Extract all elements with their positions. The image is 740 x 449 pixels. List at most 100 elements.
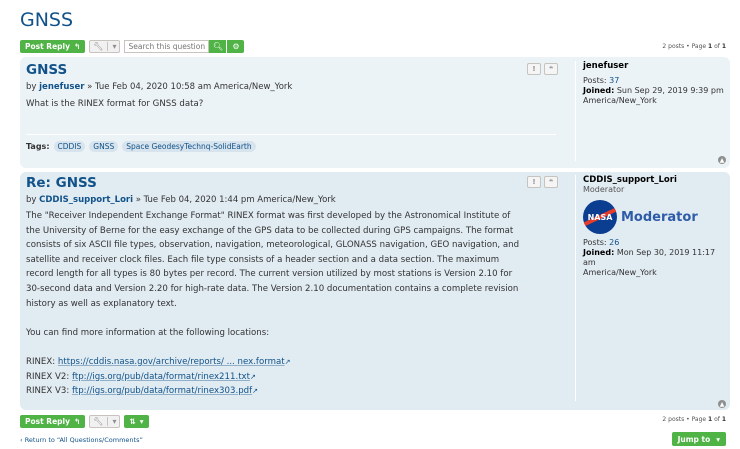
search-icon: 🔍︎ bbox=[212, 42, 224, 51]
report-button[interactable]: ! bbox=[527, 63, 541, 75]
post-content: The "Receiver Independent Exchange Forma… bbox=[26, 209, 574, 399]
post-2: Re: GNSS by CDDIS_support_Lori » Tue Feb… bbox=[20, 172, 730, 410]
profile-joined: Joined: Mon Sep 30, 2019 11:17 am bbox=[583, 248, 730, 268]
back-to-top-icon[interactable]: ▲ bbox=[718, 156, 726, 164]
quote-button[interactable]: ❝ bbox=[544, 63, 558, 75]
jump-to-button[interactable]: Jump to ▾ bbox=[671, 432, 726, 446]
post-content: What is the RINEX format for GNSS data? bbox=[26, 99, 204, 109]
post-reply-label: Post Reply bbox=[25, 42, 70, 51]
nasa-logo: NASA bbox=[583, 200, 617, 234]
content-line: record length for all types is 80 bytes … bbox=[26, 269, 513, 280]
profile-name[interactable]: CDDIS_support_Lori bbox=[583, 175, 730, 185]
advanced-search-button[interactable]: ⚙ bbox=[227, 40, 245, 53]
post-date: » Tue Feb 04, 2020 1:44 pm America/New_Y… bbox=[133, 195, 336, 205]
post-reply-label: Post Reply bbox=[25, 417, 70, 426]
page-title[interactable]: GNSS bbox=[20, 9, 73, 31]
rinex-v2-link[interactable]: ftp://igs.org/pub/data/format/rinex211.t… bbox=[72, 372, 250, 382]
pagination-info-bottom: 2 posts • Page 1 of 1 bbox=[662, 416, 726, 423]
report-icon: ! bbox=[532, 65, 536, 73]
tag-gnss[interactable]: GNSS bbox=[89, 141, 119, 152]
jump-to-label: Jump to bbox=[677, 434, 711, 444]
post-reply-button[interactable]: Post Reply ↰ bbox=[20, 40, 86, 53]
link-label: RINEX: bbox=[26, 356, 58, 367]
moderator-logo-text: Moderator bbox=[621, 209, 698, 225]
page-of: of bbox=[712, 416, 722, 423]
reply-arrow-icon: ↰ bbox=[74, 417, 81, 426]
chevron-down-icon: ▾ bbox=[139, 417, 144, 426]
author-line: by CDDIS_support_Lori » Tue Feb 04, 2020… bbox=[26, 195, 574, 205]
reply-arrow-icon: ↰ bbox=[74, 42, 81, 51]
joined-date: Sun Sep 29, 2019 9:39 pm bbox=[616, 86, 724, 95]
chevron-left-icon: ‹ bbox=[20, 436, 23, 444]
chevron-down-icon: ▾ bbox=[112, 417, 117, 426]
back-to-top-icon[interactable]: ▲ bbox=[718, 400, 726, 408]
post-profile: jenefuser Posts: 37 Joined: Sun Sep 29, … bbox=[575, 61, 730, 161]
rinex-link[interactable]: https://cddis.nasa.gov/archive/reports/ … bbox=[58, 357, 285, 367]
profile-posts: Posts: 26 bbox=[583, 238, 730, 248]
link-line: RINEX V3: ftp://igs.org/pub/data/format/… bbox=[26, 384, 574, 399]
posts-count-link[interactable]: 26 bbox=[609, 238, 619, 247]
action-bar-top: Post Reply ↰ 🔧︎ ▾ 🔍︎ ⚙ bbox=[20, 39, 245, 54]
gear-icon: ⚙ bbox=[232, 42, 240, 51]
pagination-info-top: 2 posts • Page 1 of 1 bbox=[662, 43, 726, 50]
profile-joined: Joined: Sun Sep 29, 2019 9:39 pm bbox=[583, 86, 730, 96]
wrench-icon: 🔧︎ bbox=[93, 417, 104, 426]
sort-dropdown[interactable]: ⇅ ▾ bbox=[124, 415, 149, 428]
posts-label: Posts: bbox=[583, 238, 607, 247]
page-total: 1 bbox=[721, 43, 726, 50]
quote-icon: ❝ bbox=[548, 65, 554, 73]
pagination-text: 2 posts • Page bbox=[662, 43, 709, 50]
content-line: satellite and receiver clock files. Each… bbox=[26, 254, 500, 265]
moderator-rank-image: NASA Moderator bbox=[583, 200, 730, 234]
joined-label: Joined: bbox=[583, 86, 615, 95]
pagination-text: 2 posts • Page bbox=[662, 416, 709, 423]
report-button[interactable]: ! bbox=[527, 176, 541, 188]
post-buttons: ! ❝ bbox=[527, 176, 558, 188]
post-title[interactable]: GNSS bbox=[26, 62, 574, 78]
by-label: by bbox=[26, 195, 40, 205]
wrench-icon: 🔧︎ bbox=[93, 42, 104, 51]
profile-name[interactable]: jenefuser bbox=[583, 61, 730, 71]
return-link-label: Return to “All Questions/Comments” bbox=[24, 436, 143, 444]
post-profile: CDDIS_support_Lori Moderator NASA Modera… bbox=[575, 175, 730, 401]
tag-space-geodesy[interactable]: Space GeodesyTechnq-SolidEarth bbox=[122, 141, 256, 152]
page-total: 1 bbox=[721, 416, 726, 423]
by-label: by bbox=[26, 82, 40, 92]
postbody: GNSS by jenefuser » Tue Feb 04, 2020 10:… bbox=[26, 62, 574, 112]
profile-rank: Moderator bbox=[583, 185, 625, 194]
postbody: Re: GNSS by CDDIS_support_Lori » Tue Feb… bbox=[26, 175, 574, 399]
tools-dropdown[interactable]: 🔧︎ ▾ bbox=[89, 415, 121, 428]
post-1: GNSS by jenefuser » Tue Feb 04, 2020 10:… bbox=[20, 57, 730, 168]
post-date: » Tue Feb 04, 2020 10:58 am America/New_… bbox=[84, 82, 293, 92]
search-button[interactable]: 🔍︎ bbox=[209, 40, 227, 53]
link-label: RINEX V2: bbox=[26, 371, 72, 382]
profile-timezone: America/New_York bbox=[583, 268, 657, 277]
content-line: history as well as explanatory text. bbox=[26, 298, 177, 309]
search-input[interactable] bbox=[124, 40, 210, 53]
quote-icon: ❝ bbox=[548, 178, 554, 186]
link-line: RINEX V2: ftp://igs.org/pub/data/format/… bbox=[26, 370, 574, 385]
content-line: The "Receiver Independent Exchange Forma… bbox=[26, 211, 511, 221]
content-line: 30-second data and Version 2.20 for high… bbox=[26, 283, 519, 294]
return-link[interactable]: ‹ Return to “All Questions/Comments” bbox=[20, 436, 143, 444]
quote-button[interactable]: ❝ bbox=[544, 176, 558, 188]
posts-count-link[interactable]: 37 bbox=[609, 76, 619, 85]
post-title[interactable]: Re: GNSS bbox=[26, 175, 574, 191]
tools-dropdown[interactable]: 🔧︎ ▾ bbox=[89, 40, 121, 53]
posts-label: Posts: bbox=[583, 76, 607, 85]
post-reply-button[interactable]: Post Reply ↰ bbox=[20, 415, 86, 428]
chevron-down-icon: ▾ bbox=[112, 42, 117, 51]
rinex-v3-link[interactable]: ftp://igs.org/pub/data/format/rinex303.p… bbox=[72, 386, 252, 396]
author-link[interactable]: jenefuser bbox=[39, 82, 84, 92]
external-link-icon: ↗ bbox=[252, 387, 259, 396]
tags-row: Tags: CDDIS GNSS Space GeodesyTechnq-Sol… bbox=[26, 141, 256, 152]
page-of: of bbox=[712, 43, 722, 50]
tag-cddis[interactable]: CDDIS bbox=[53, 141, 86, 152]
nasa-logo-text: NASA bbox=[587, 212, 613, 222]
author-link[interactable]: CDDIS_support_Lori bbox=[39, 195, 133, 205]
divider bbox=[107, 42, 109, 51]
content-line: the University of Berne for the easy exc… bbox=[26, 225, 514, 236]
action-bar-bottom: Post Reply ↰ 🔧︎ ▾ ⇅ ▾ bbox=[20, 414, 149, 429]
